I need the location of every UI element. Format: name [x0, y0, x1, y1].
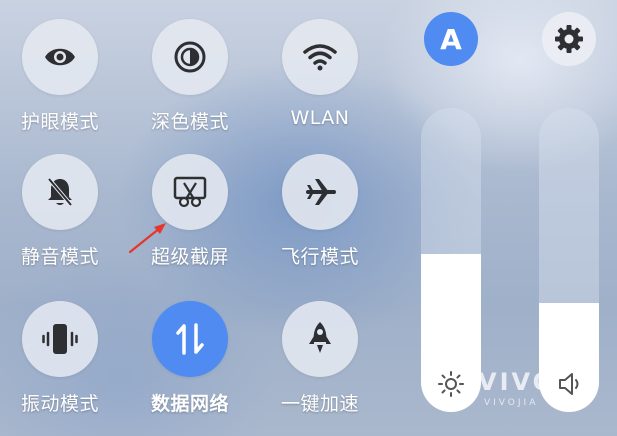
tile-vibrate[interactable]: 振动模式: [0, 301, 120, 421]
eye-icon: [45, 48, 75, 66]
tile-label: 静音模式: [20, 246, 99, 268]
sun-icon: [438, 371, 464, 397]
tile-label: 振动模式: [20, 393, 99, 415]
eye-protection-toggle[interactable]: [22, 19, 98, 95]
settings-button[interactable]: [542, 12, 596, 66]
wifi-icon: [303, 44, 337, 71]
mute-toggle[interactable]: [22, 154, 98, 230]
tile-eye-protection[interactable]: 护眼模式: [0, 19, 120, 139]
auto-brightness-label: A: [440, 22, 462, 56]
tile-one-key-boost[interactable]: 一键加速: [260, 301, 380, 421]
rocket-icon: [309, 322, 331, 353]
tile-label: 深色模式: [150, 111, 229, 133]
tile-label: 一键加速: [280, 393, 359, 415]
tile-airplane-mode[interactable]: 飞行模式: [260, 154, 380, 274]
brightness-slider-icon-wrap: [421, 370, 481, 398]
mute-bell-icon: [47, 177, 73, 207]
tile-label: 超级截屏: [150, 246, 229, 268]
tile-mute[interactable]: 静音模式: [0, 154, 120, 274]
wlan-toggle[interactable]: [282, 19, 358, 95]
tile-mobile-data[interactable]: 数据网络: [130, 301, 250, 421]
vibrate-icon: [42, 324, 78, 354]
tile-wlan[interactable]: WLAN: [260, 19, 380, 139]
tile-label: 护眼模式: [20, 111, 99, 133]
speaker-icon: [559, 373, 579, 395]
airplane-icon: [306, 179, 336, 205]
auto-brightness-button[interactable]: A: [424, 12, 478, 66]
tile-super-screenshot[interactable]: 超级截屏: [130, 154, 250, 274]
mobile-data-toggle[interactable]: [152, 301, 228, 377]
airplane-mode-toggle[interactable]: [282, 154, 358, 230]
tile-dark-mode[interactable]: 深色模式: [130, 19, 250, 139]
super-screenshot-toggle[interactable]: [152, 154, 228, 230]
tile-label: WLAN: [290, 107, 350, 129]
mobile-data-icon: [176, 323, 204, 355]
volume-slider[interactable]: [539, 108, 599, 412]
tile-label: 飞行模式: [280, 246, 359, 268]
one-key-boost-toggle[interactable]: [282, 301, 358, 377]
tile-label: 数据网络: [150, 393, 229, 415]
watermark: VIVO: [478, 368, 557, 396]
brightness-slider[interactable]: [421, 108, 481, 412]
dark-mode-icon: [174, 41, 206, 73]
screenshot-scissors-icon: [173, 176, 207, 208]
vibrate-toggle[interactable]: [22, 301, 98, 377]
watermark-sub: VIVOJIA: [484, 398, 539, 408]
gear-icon: [555, 25, 583, 53]
dark-mode-toggle[interactable]: [152, 19, 228, 95]
